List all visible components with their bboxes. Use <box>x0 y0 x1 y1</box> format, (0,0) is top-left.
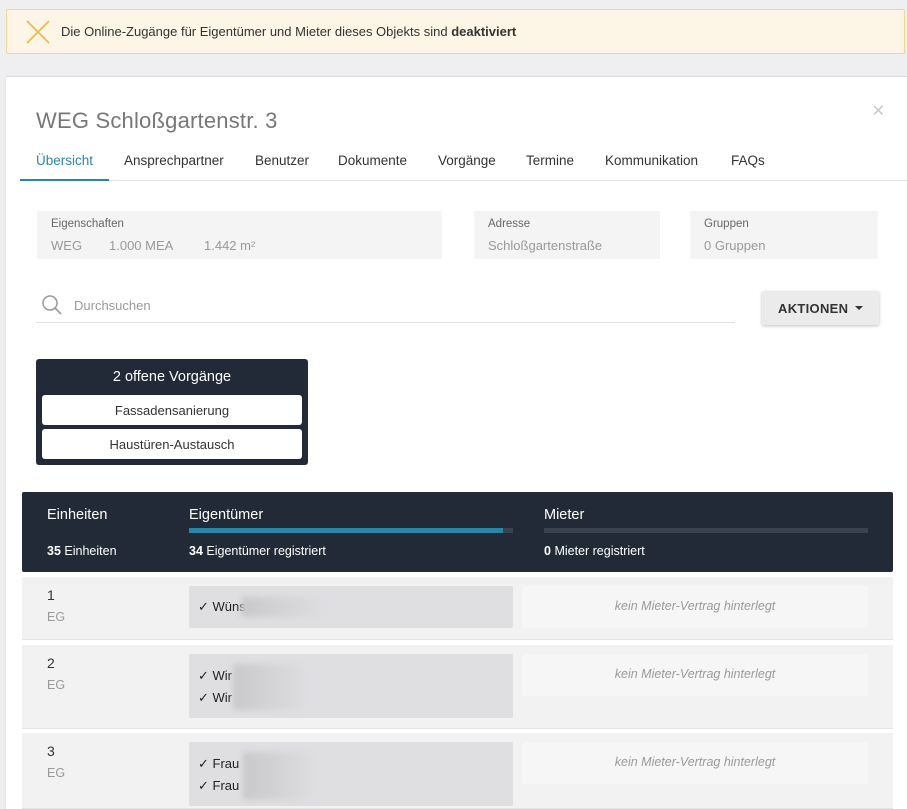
tab-bar: Übersicht Ansprechpartner Benutzer Dokum… <box>20 151 907 181</box>
open-processes-panel: 2 offene Vorgänge Fassadensanierung Haus… <box>36 359 308 465</box>
actions-label: AKTIONEN <box>778 301 849 316</box>
redacted-name <box>233 664 311 710</box>
owners-progress-fill <box>189 528 504 533</box>
units-label: Einheiten <box>47 507 108 523</box>
tenants-count-value: 0 <box>544 544 551 558</box>
unit-owners: ✓ Frau ✓ Frau <box>189 742 513 806</box>
search-placeholder: Durchsuchen <box>74 298 151 313</box>
unit-row[interactable]: 1 EG ✓ Wüns kein Mieter-Vertrag hinterle… <box>22 577 893 640</box>
property-mea: 1.000 MEA <box>109 238 174 253</box>
tenants-label: Mieter <box>544 507 585 523</box>
groups-value: 0 Gruppen <box>704 238 766 253</box>
units-summary-header: Einheiten 35 Einheiten Eigentümer 34 Eig… <box>22 492 893 572</box>
owners-count: 34 Eigentümer registriert <box>189 544 326 558</box>
actions-button[interactable]: AKTIONEN <box>762 291 879 325</box>
owners-progress-bar <box>189 528 513 533</box>
tab-faqs[interactable]: FAQs <box>715 151 781 181</box>
banner-message-status: deaktiviert <box>451 24 517 39</box>
tenants-progress-bar <box>544 528 868 533</box>
open-processes-title: 2 offene Vorgänge <box>112 369 232 385</box>
search-input[interactable]: Durchsuchen <box>36 289 735 323</box>
unit-floor: EG <box>47 766 66 780</box>
address-box: Adresse Schloßgartenstraße <box>474 211 660 259</box>
groups-box: Gruppen 0 Gruppen <box>690 211 878 259</box>
unit-number: 2 <box>47 655 55 671</box>
search-icon <box>42 295 62 315</box>
unit-owners: ✓ Wüns <box>189 586 513 628</box>
tab-vorgaenge[interactable]: Vorgänge <box>422 151 512 181</box>
redacted-name <box>241 597 329 617</box>
owner-entry[interactable]: ✓ Wüns <box>198 599 246 615</box>
tenants-count: 0 Mieter registriert <box>544 544 645 558</box>
unit-floor: EG <box>47 678 66 692</box>
units-count: 35 Einheiten <box>47 544 117 558</box>
owner-entry[interactable]: ✓ Frau <box>198 778 239 794</box>
tab-dokumente[interactable]: Dokumente <box>322 151 423 181</box>
unit-number: 1 <box>47 587 55 603</box>
owners-count-value: 34 <box>189 544 203 558</box>
tenant-contract-status: kein Mieter-Vertrag hinterlegt <box>522 654 868 696</box>
process-item[interactable]: Fassadensanierung <box>42 395 302 425</box>
property-type: WEG <box>51 238 83 253</box>
tab-uebersicht[interactable]: Übersicht <box>20 151 110 181</box>
unit-row[interactable]: 3 EG ✓ Frau ✓ Frau kein Mieter-Vertrag h… <box>22 733 893 809</box>
tab-ansprechpartner[interactable]: Ansprechpartner <box>108 151 240 181</box>
unit-floor: EG <box>47 610 66 624</box>
unit-owners: ✓ Wir ✓ Wir <box>189 654 513 718</box>
tab-kommunikation[interactable]: Kommunikation <box>589 151 714 181</box>
units-count-suffix: Einheiten <box>64 544 117 558</box>
tab-termine[interactable]: Termine <box>510 151 590 181</box>
unit-number: 3 <box>47 743 55 759</box>
caret-down-icon <box>855 306 863 310</box>
page-title: WEG Schloßgartenstr. 3 <box>36 108 278 133</box>
close-icon <box>26 20 50 44</box>
owner-entry[interactable]: ✓ Wir <box>198 690 232 706</box>
units-count-value: 35 <box>47 544 61 558</box>
property-area: 1.442 m² <box>204 238 256 253</box>
banner-message-text: Die Online-Zugänge für Eigentümer und Mi… <box>61 24 448 39</box>
owners-label: Eigentümer <box>189 507 264 523</box>
unit-row[interactable]: 2 EG ✓ Wir ✓ Wir kein Mieter-Vertrag hin… <box>22 645 893 729</box>
tenant-contract-status: kein Mieter-Vertrag hinterlegt <box>522 586 868 628</box>
groups-label: Gruppen <box>704 218 749 230</box>
address-value: Schloßgartenstraße <box>488 238 603 253</box>
access-disabled-banner: Die Online-Zugänge für Eigentümer und Mi… <box>6 9 905 54</box>
process-item[interactable]: Haustüren-Austausch <box>42 429 302 459</box>
banner-message: Die Online-Zugänge für Eigentümer und Mi… <box>61 24 516 39</box>
tab-benutzer[interactable]: Benutzer <box>239 151 325 181</box>
address-label: Adresse <box>488 218 531 230</box>
tenants-count-suffix: Mieter registriert <box>554 544 645 558</box>
properties-label: Eigenschaften <box>51 218 124 230</box>
owner-entry[interactable]: ✓ Frau <box>198 756 239 772</box>
close-icon[interactable]: ✕ <box>872 101 885 121</box>
properties-box: Eigenschaften WEG 1.000 MEA 1.442 m² <box>37 211 442 259</box>
owner-entry[interactable]: ✓ Wir <box>198 668 232 684</box>
tenant-contract-status: kein Mieter-Vertrag hinterlegt <box>522 742 868 784</box>
owners-count-suffix: Eigentümer registriert <box>206 544 326 558</box>
redacted-name <box>243 752 319 800</box>
